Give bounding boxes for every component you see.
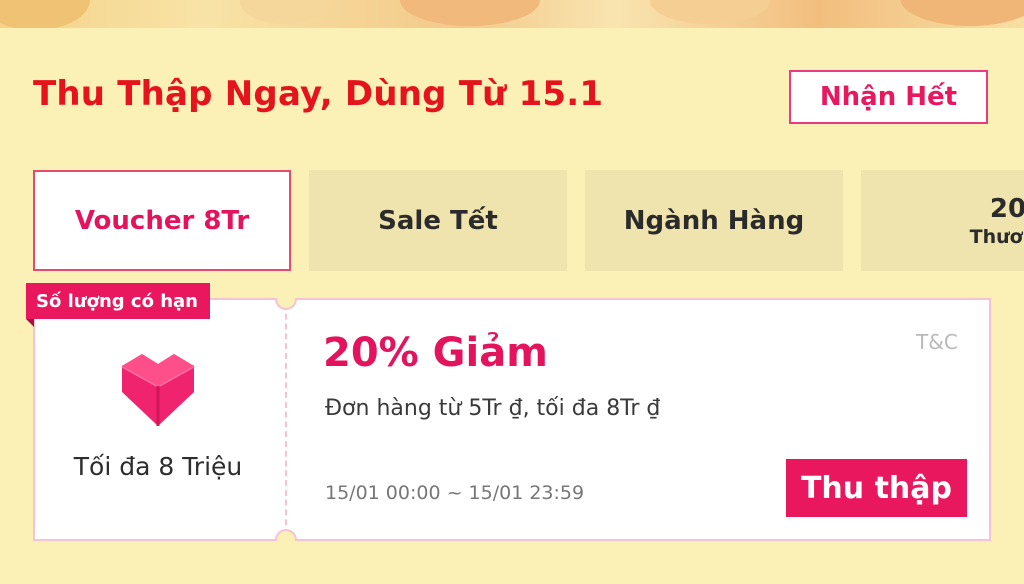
claim-all-button[interactable]: Nhận Hết xyxy=(789,70,988,124)
voucher-notch xyxy=(275,298,297,310)
tab-sublabel: Thương H xyxy=(969,225,1024,248)
collect-button[interactable]: Thu thập xyxy=(786,459,967,517)
tab-label: 20% xyxy=(989,193,1024,224)
tab-sale-tet[interactable]: Sale Tết xyxy=(309,170,567,271)
tab-voucher-8tr[interactable]: Voucher 8Tr xyxy=(33,170,291,271)
limited-quantity-badge: Số lượng có hạn xyxy=(26,283,210,319)
validity-period: 15/01 00:00 ~ 15/01 23:59 xyxy=(325,482,585,504)
heart-voucher-icon xyxy=(121,354,195,426)
order-condition: Đơn hàng từ 5Tr ₫, tối đa 8Tr ₫ xyxy=(325,396,661,421)
tab-label: Ngành Hàng xyxy=(623,205,805,236)
banner-decoration xyxy=(400,0,540,26)
tab-label: Voucher 8Tr xyxy=(74,205,250,236)
banner-decoration xyxy=(650,0,770,24)
badge-fold xyxy=(26,319,34,327)
banner-decoration xyxy=(240,0,330,24)
tab-nganh-hang[interactable]: Ngành Hàng xyxy=(585,170,843,271)
promo-banner-strip xyxy=(0,0,1024,28)
banner-decoration xyxy=(900,0,1024,26)
tab-20-thuong-hieu[interactable]: 20% Thương H xyxy=(861,170,1024,271)
voucher-notch xyxy=(275,529,297,541)
tab-label: Sale Tết xyxy=(378,205,498,236)
max-discount-label: Tối đa 8 Triệu xyxy=(73,452,243,481)
voucher-divider xyxy=(285,304,287,535)
page-title: Thu Thập Ngay, Dùng Từ 15.1 xyxy=(33,74,604,114)
discount-title: 20% Giảm xyxy=(323,330,548,376)
terms-link[interactable]: T&C xyxy=(916,330,958,354)
category-tabs: Voucher 8Tr Sale Tết Ngành Hàng 20% Thươ… xyxy=(33,170,1024,271)
banner-decoration xyxy=(0,0,90,28)
